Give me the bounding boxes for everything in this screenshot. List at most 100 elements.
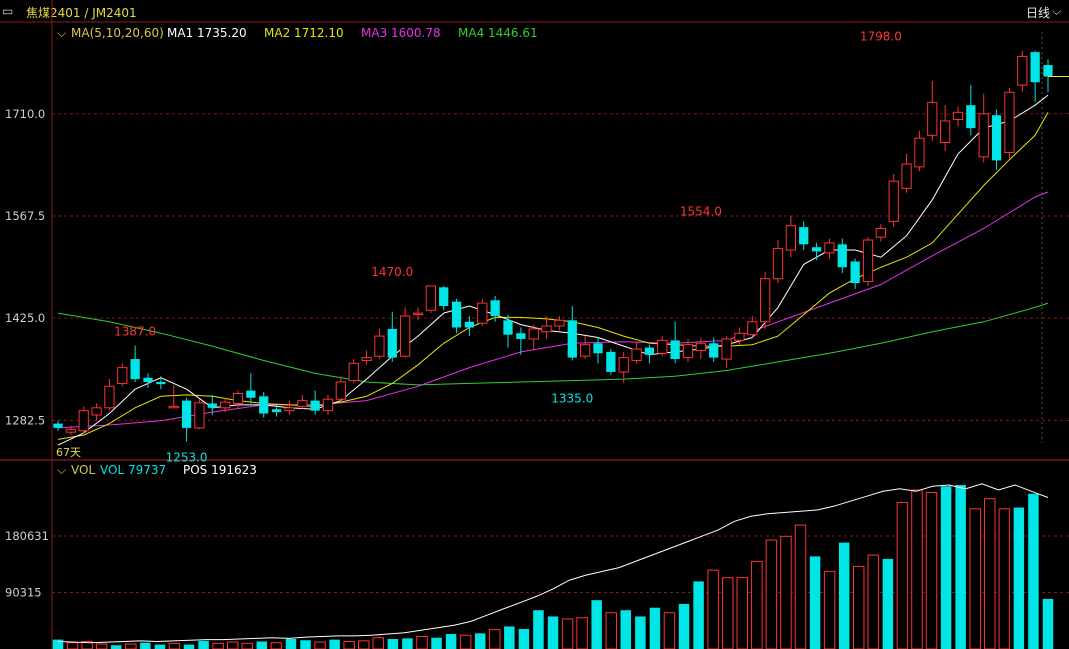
volume-bar-down (1028, 493, 1039, 649)
candle-up (721, 338, 732, 360)
candlestick-chart[interactable]: 1282.5 1425.0 1567.5 1710.0 90315 180631 1387.… (0, 0, 1069, 649)
volume-bar-down (620, 610, 632, 649)
candle-up (862, 239, 874, 283)
candle-up (580, 344, 591, 357)
candle-up (952, 111, 964, 121)
volume-bar-up (241, 642, 254, 649)
candle-up (618, 357, 629, 373)
price-annotation: 1798.0 (860, 30, 902, 44)
volume-bar-up (765, 539, 778, 649)
volume-bar-down (1042, 598, 1054, 649)
candle-up (104, 385, 115, 409)
volume-tick-label: 180631 (5, 529, 49, 543)
volume-bar-down (693, 581, 704, 649)
candle-up (284, 407, 295, 412)
volume-bar-down (838, 542, 850, 649)
candle-up (232, 392, 244, 405)
candle-down (593, 343, 603, 354)
volume-bar-down (504, 626, 515, 649)
candle-down (709, 343, 719, 358)
candle-up (888, 180, 899, 222)
volume-bar-up (823, 570, 836, 649)
candle-down (1030, 52, 1040, 83)
price-tick-label: 1567.5 (5, 209, 45, 223)
price-annotation: 1387.0 (114, 324, 156, 338)
candle-up (875, 228, 886, 238)
volume-bar-down (940, 486, 952, 649)
volume-bar-down (547, 616, 559, 649)
volume-bar-up (357, 640, 370, 649)
volume-bar-up (969, 508, 981, 649)
candle-up (747, 321, 758, 336)
candle-up (1017, 55, 1028, 86)
candle-up (78, 410, 89, 432)
candle-down (503, 320, 513, 335)
volume-bar-up (911, 489, 923, 649)
volume-bar-up (780, 535, 792, 649)
candle-up (901, 163, 912, 189)
candle-up (978, 113, 989, 158)
volume-bar-down (300, 640, 311, 649)
volume-bar-down (474, 633, 486, 649)
candle-up (322, 398, 334, 412)
price-annotation: 1470.0 (371, 265, 413, 279)
volume-bar-down (955, 485, 966, 649)
candle-up (554, 319, 565, 327)
candle-up (734, 332, 745, 341)
volume-bar-up (707, 569, 719, 649)
candle-down (271, 409, 282, 413)
candle-down (490, 300, 500, 317)
candle-up (425, 285, 436, 311)
candle-up (695, 342, 706, 351)
volume-bar-up (314, 641, 326, 649)
candle-down (259, 396, 269, 414)
volume-bar-up (489, 629, 501, 649)
volume-tick-label: 90315 (5, 585, 42, 599)
price-annotation: 1253.0 (166, 451, 208, 465)
candle-down (464, 321, 475, 328)
volume-bar-down (154, 644, 166, 649)
price-tick-label: 1710.0 (5, 107, 45, 121)
volume-bar-up (416, 635, 428, 649)
candle-down (991, 115, 1002, 161)
candle-down (387, 328, 397, 358)
volume-bar-down (635, 616, 646, 649)
volume-bar-down (256, 641, 268, 649)
volume-bar-up (372, 637, 385, 649)
volume-bar-up (270, 642, 283, 649)
candle-up (760, 278, 771, 323)
candle-down (966, 105, 976, 129)
price-annotation: 1554.0 (680, 205, 722, 219)
candle-up (477, 302, 488, 324)
candle-down (439, 287, 449, 306)
candle-up (168, 405, 179, 409)
volume-bar-down (110, 645, 122, 649)
candle-up (927, 101, 938, 136)
volume-bar-down (678, 603, 690, 649)
volume-bar-down (591, 600, 602, 649)
candle-up (335, 381, 346, 400)
candle-down (156, 381, 166, 385)
candle-up (528, 328, 539, 340)
volume-bar-up (663, 612, 676, 649)
volume-bar-down (518, 628, 530, 649)
volume-bar-up (212, 642, 224, 649)
volume-bar-down (649, 607, 661, 649)
volume-bar-up (343, 640, 355, 649)
candle-down (799, 227, 809, 245)
candle-down (1043, 65, 1053, 77)
volume-bar-down (533, 610, 544, 649)
candle-up (541, 325, 552, 333)
candle-down (130, 359, 140, 380)
volume-bar-up (168, 642, 181, 649)
candle-up (824, 242, 835, 254)
volume-bar-up (95, 643, 108, 649)
candle-up (940, 120, 951, 143)
candle-up (348, 362, 359, 382)
candle-down (837, 244, 847, 268)
volume-bar-up (226, 641, 239, 649)
volume-bar-up (736, 577, 749, 649)
candle-down (143, 377, 153, 382)
candle-up (361, 357, 372, 361)
volume-bar-up (459, 634, 472, 649)
